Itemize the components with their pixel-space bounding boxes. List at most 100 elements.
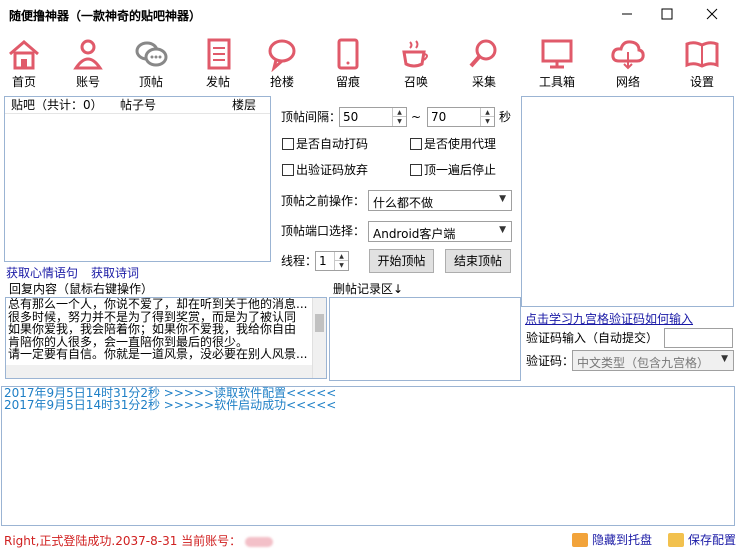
delete-log-area[interactable]	[329, 297, 521, 381]
stepper-up-icon[interactable]: ▲	[481, 108, 494, 117]
client-port-label: 顶帖端口选择：	[281, 224, 366, 238]
status-text: Right,正式登陆成功.2037-8-31 当前账号：	[4, 534, 242, 548]
speech-bubble-icon	[268, 39, 296, 72]
captcha-image-area	[521, 96, 734, 307]
toolbar-collect[interactable]: 采集	[458, 36, 510, 92]
before-action-label: 顶帖之前操作：	[281, 194, 366, 208]
horizontal-scrollbar[interactable]	[6, 365, 312, 378]
toolbar-settings[interactable]: 设置	[676, 36, 728, 92]
hide-to-tray-label[interactable]: 隐藏到托盘	[592, 533, 652, 547]
select-value[interactable]: 中文类型（包含九宫格）	[577, 354, 709, 371]
stepper-arrows[interactable]: ▲ ▼	[392, 108, 406, 126]
post-table[interactable]: 贴吧（共计：0） 帖子号 楼层	[4, 96, 271, 262]
toolbar-post[interactable]: 发帖	[192, 36, 244, 92]
stepper-down-icon[interactable]: ▼	[335, 261, 348, 270]
checkbox-box[interactable]	[282, 138, 294, 150]
toolbar-home[interactable]: 首页	[0, 36, 50, 92]
toolbar-summon[interactable]: 召唤	[390, 36, 442, 92]
get-mood-quotes-link[interactable]: 获取心情语句	[6, 264, 78, 281]
toolbar-toolbox[interactable]: 工具箱	[531, 36, 583, 92]
get-poems-link[interactable]: 获取诗词	[91, 264, 139, 281]
hide-to-tray-button[interactable]: 隐藏到托盘	[572, 531, 652, 548]
start-bump-button[interactable]: 开始顶帖	[369, 249, 434, 273]
select-value[interactable]: Android客户端	[373, 225, 455, 242]
delete-log-header: 删帖记录区↓	[333, 282, 404, 296]
interval-max-stepper[interactable]: 70 ▲ ▼	[427, 107, 495, 127]
interval-min-stepper[interactable]: 50 ▲ ▼	[339, 107, 407, 127]
monitor-icon	[541, 39, 573, 69]
reply-content-textarea[interactable]: 总有那么一个人，你说不爱了，却在听到关于他的消息... 很多时候，努力并不是为了…	[5, 297, 327, 379]
threads-value[interactable]: 1	[319, 254, 327, 268]
book-icon	[685, 41, 719, 68]
stop-bump-button[interactable]: 结束顶帖	[445, 249, 511, 273]
threads-label: 线程：	[281, 254, 318, 268]
auto-captcha-checkbox[interactable]: 是否自动打码	[282, 136, 368, 152]
stepper-up-icon[interactable]: ▲	[335, 252, 348, 261]
toolbar-bump[interactable]: 顶帖	[125, 36, 177, 92]
main-toolbar: 首页 账号 顶帖 发帖 抢楼 留痕 召唤 采集 工具箱 网络 设置	[0, 36, 736, 92]
blurred-account-name	[245, 536, 274, 547]
learn-captcha-link[interactable]: 点击学习九宫格验证码如何输入	[525, 310, 693, 327]
chevron-down-icon[interactable]: ▼	[499, 194, 506, 204]
save-config-button[interactable]: 保存配置	[668, 531, 736, 548]
toolbar-grab-floor[interactable]: 抢楼	[256, 36, 308, 92]
save-config-label[interactable]: 保存配置	[688, 533, 736, 547]
interval-unit: 秒	[499, 110, 512, 124]
toolbar-label: 设置	[689, 75, 714, 89]
cloud-icon	[611, 40, 645, 70]
checkbox-label[interactable]: 是否使用代理	[424, 137, 496, 151]
stepper-arrows[interactable]: ▲ ▼	[334, 252, 348, 270]
select-value[interactable]: 什么都不做	[373, 194, 433, 211]
threads-stepper[interactable]: 1 ▲ ▼	[315, 251, 349, 271]
chevron-down-icon[interactable]: ▼	[499, 225, 506, 235]
close-button[interactable]	[692, 2, 732, 26]
toolbar-label: 首页	[11, 75, 36, 89]
captcha-type-label: 验证码：	[526, 354, 575, 368]
client-port-select[interactable]: Android客户端 ▼	[368, 221, 512, 242]
toolbar-network[interactable]: 网络	[602, 36, 654, 92]
toolbar-trace[interactable]: 留痕	[322, 36, 374, 92]
before-action-select[interactable]: 什么都不做 ▼	[368, 190, 512, 211]
reply-line: 很多时候，努力并不是为了得到奖赏，而是为了被认同	[8, 310, 297, 323]
checkbox-label[interactable]: 顶一遍后停止	[424, 163, 496, 177]
toolbar-account[interactable]: 账号	[62, 36, 114, 92]
checkbox-box[interactable]	[410, 138, 422, 150]
tray-icon	[572, 533, 588, 547]
stepper-up-icon[interactable]: ▲	[393, 108, 406, 117]
checkbox-box[interactable]	[410, 164, 422, 176]
vertical-scrollbar[interactable]	[312, 298, 326, 378]
toolbar-label: 留痕	[335, 75, 360, 89]
document-icon	[207, 38, 231, 70]
checkbox-label[interactable]: 出验证码放弃	[296, 163, 368, 177]
chevron-down-icon[interactable]: ▼	[721, 354, 728, 364]
status-bar: Right,正式登陆成功.2037-8-31 当前账号： 隐藏到托盘 保存配置	[0, 526, 736, 551]
checkbox-box[interactable]	[282, 164, 294, 176]
log-entry: 2017年9月5日14时31分2秒 >>>>>软件启动成功<<<<<	[4, 398, 337, 412]
column-header-post-id[interactable]: 帖子号	[120, 97, 156, 113]
stepper-down-icon[interactable]: ▼	[393, 117, 406, 126]
reply-header: 回复内容（鼠标右键操作）	[9, 282, 154, 296]
tablet-icon	[337, 38, 359, 70]
toolbar-label: 抢楼	[269, 75, 294, 89]
interval-max-value[interactable]: 70	[431, 110, 446, 124]
minimize-button[interactable]	[607, 2, 647, 26]
scroll-thumb[interactable]	[315, 314, 324, 332]
reply-line: 总有那么一个人，你说不爱了，却在听到关于他的消息...	[8, 298, 308, 311]
column-header-tieba[interactable]: 贴吧（共计：0）	[11, 97, 103, 113]
stepper-arrows[interactable]: ▲ ▼	[480, 108, 494, 126]
reply-line: 请一定要有自信。你就是一道风景，没必要在别人风景...	[8, 348, 308, 361]
log-area[interactable]: 2017年9月5日14时31分2秒 >>>>>读取软件配置<<<<< 2017年…	[1, 386, 735, 526]
skip-captcha-checkbox[interactable]: 出验证码放弃	[282, 162, 368, 178]
use-proxy-checkbox[interactable]: 是否使用代理	[410, 136, 496, 152]
captcha-type-select[interactable]: 中文类型（包含九宫格） ▼	[572, 350, 734, 371]
column-header-floor[interactable]: 楼层	[232, 97, 256, 113]
captcha-input[interactable]	[664, 328, 733, 348]
maximize-button[interactable]	[647, 2, 687, 26]
reply-line: 如果你爱我，我会陪着你；如果你不爱我，我给你自由	[8, 323, 297, 336]
stop-after-one-checkbox[interactable]: 顶一遍后停止	[410, 162, 496, 178]
interval-min-value[interactable]: 50	[343, 110, 358, 124]
checkbox-label[interactable]: 是否自动打码	[296, 137, 368, 151]
stepper-down-icon[interactable]: ▼	[481, 117, 494, 126]
toolbar-label: 顶帖	[138, 75, 163, 89]
interval-label: 顶帖间隔：	[281, 110, 342, 124]
